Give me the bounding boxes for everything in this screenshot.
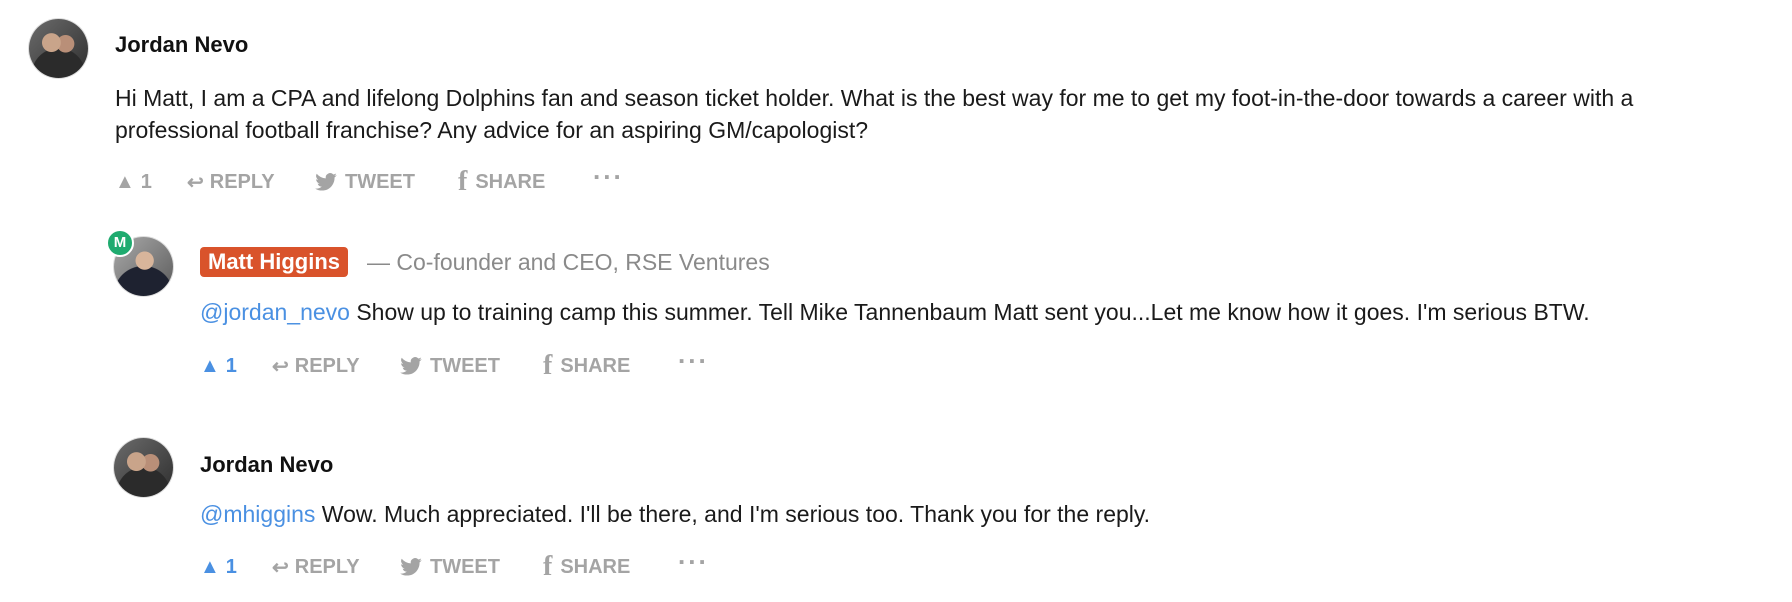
upvote-button[interactable]: ▲ 1 — [200, 355, 237, 378]
more-options-button[interactable]: ... — [593, 157, 624, 183]
author-role: — Co-founder and CEO, RSE Ventures — [367, 249, 770, 275]
more-options-button[interactable]: ... — [678, 542, 709, 568]
share-button[interactable]: f SHARE — [543, 350, 630, 382]
mention-link[interactable]: @jordan_nevo — [200, 299, 350, 325]
member-badge: M — [106, 229, 134, 257]
tweet-button[interactable]: TWEET — [315, 171, 415, 194]
reply-button[interactable]: ↩ REPLY — [272, 354, 360, 379]
facebook-f-icon: f — [458, 166, 468, 197]
comment-author-tag[interactable]: Matt Higgins — [200, 247, 348, 277]
comment-text-line-2: professional football franchise? Any adv… — [115, 117, 869, 143]
more-options-button[interactable]: ... — [678, 341, 709, 367]
comment-author[interactable]: Jordan Nevo — [200, 452, 333, 478]
comment-text-body: Show up to training camp this summer. Te… — [349, 299, 1590, 325]
mention-link[interactable]: @mhiggins — [200, 501, 315, 527]
upvote-button[interactable]: ▲ 1 — [200, 556, 237, 579]
reply-arrow-icon: ↩ — [272, 556, 289, 579]
facebook-f-icon: f — [543, 551, 553, 582]
comment-text-body: Wow. Much appreciated. I'll be there, an… — [315, 501, 1151, 527]
upvote-triangle-icon: ▲ — [200, 354, 220, 377]
comment-author[interactable]: Jordan Nevo — [115, 32, 248, 58]
avatar[interactable] — [114, 438, 173, 497]
comment-text: Hi Matt, I am a CPA and lifelong Dolphin… — [115, 85, 1634, 111]
tweet-button[interactable]: TWEET — [400, 556, 500, 579]
tweet-button[interactable]: TWEET — [400, 355, 500, 378]
share-button[interactable]: f SHARE — [543, 551, 630, 583]
upvote-triangle-icon: ▲ — [115, 170, 135, 193]
upvote-button[interactable]: ▲ 1 — [115, 171, 152, 194]
comment-text: @mhiggins Wow. Much appreciated. I'll be… — [200, 498, 1150, 530]
twitter-bird-icon — [400, 357, 422, 375]
reply-arrow-icon: ↩ — [272, 355, 289, 378]
twitter-bird-icon — [400, 558, 422, 576]
comment-text: @jordan_nevo Show up to training camp th… — [200, 296, 1590, 328]
reply-arrow-icon: ↩ — [187, 171, 204, 194]
upvote-triangle-icon: ▲ — [200, 555, 220, 578]
avatar[interactable] — [29, 19, 88, 78]
twitter-bird-icon — [315, 173, 337, 191]
reply-button[interactable]: ↩ REPLY — [187, 170, 275, 195]
reply-button[interactable]: ↩ REPLY — [272, 555, 360, 580]
share-button[interactable]: f SHARE — [458, 166, 545, 198]
facebook-f-icon: f — [543, 350, 553, 381]
